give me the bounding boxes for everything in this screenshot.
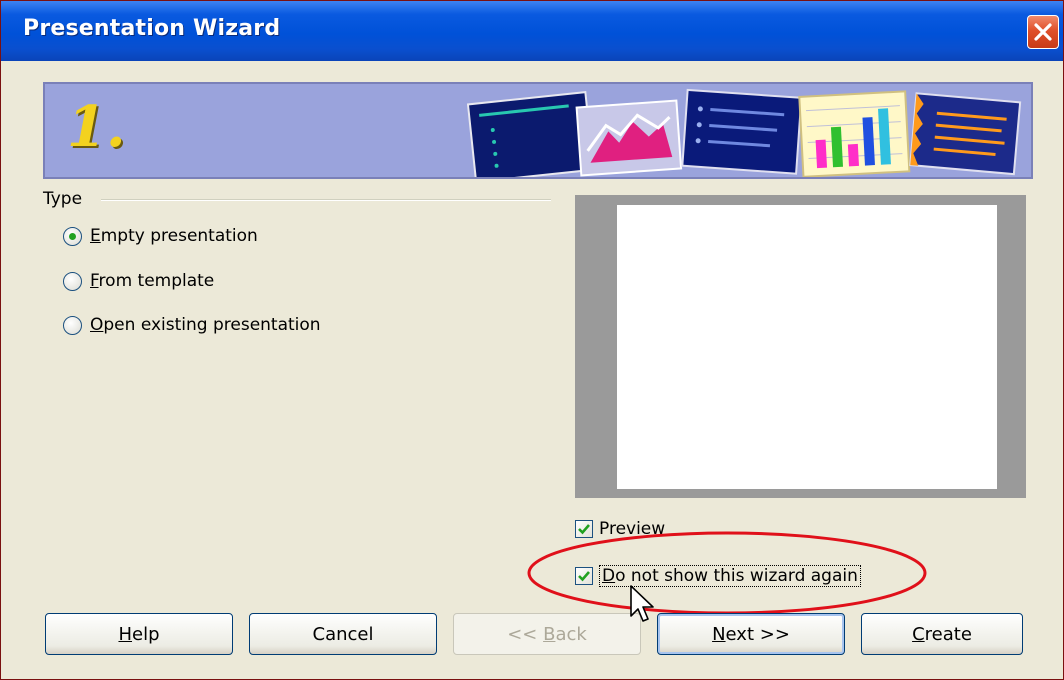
radio-button[interactable]: [63, 315, 82, 335]
close-icon: [1034, 23, 1052, 41]
do-not-show-checkbox[interactable]: [575, 567, 593, 585]
chart-slide-thumb: [575, 99, 683, 177]
close-button[interactable]: [1027, 15, 1059, 49]
radio-open-existing[interactable]: Open existing presentation: [63, 312, 321, 338]
preview-checkbox-label: Preview: [599, 519, 666, 539]
type-group-divider: [101, 199, 551, 201]
radio-from-template[interactable]: From template: [63, 268, 214, 294]
bullet-slide-thumb: [681, 88, 803, 175]
checkmark-icon: [578, 571, 590, 582]
preview-checkbox[interactable]: [575, 520, 593, 538]
list-slide-thumb: [909, 92, 1022, 176]
help-button[interactable]: Help: [45, 613, 233, 655]
bar-chart-thumb: [798, 90, 911, 177]
presentation-wizard-window: Presentation Wizard 1. Type Empty presen…: [0, 0, 1064, 680]
radio-label-from-template: From template: [90, 271, 215, 291]
radio-label-open-existing: Open existing presentation: [90, 315, 321, 335]
radio-button[interactable]: [63, 271, 82, 291]
window-title: Presentation Wizard: [23, 16, 281, 41]
wizard-banner: 1.: [43, 82, 1033, 179]
preview-slide: [617, 205, 997, 489]
mouse-pointer-icon: [630, 585, 654, 622]
radio-button-selected[interactable]: [63, 226, 82, 246]
cancel-button[interactable]: Cancel: [249, 613, 437, 655]
outline-slide-thumb: [467, 91, 595, 177]
type-group-label: Type: [43, 189, 83, 209]
back-button[interactable]: << Back: [453, 613, 641, 655]
next-button[interactable]: Next >>: [657, 613, 845, 655]
do-not-show-checkbox-row[interactable]: Do not show this wizard again: [575, 565, 861, 587]
title-bar[interactable]: Presentation Wizard: [1, 1, 1063, 61]
preview-checkbox-row[interactable]: Preview: [575, 518, 665, 540]
radio-label-empty-presentation: Empty presentation: [90, 226, 258, 246]
step-number: 1.: [67, 94, 126, 160]
banner-thumbnails: [467, 88, 1022, 177]
radio-empty-presentation[interactable]: Empty presentation: [63, 223, 258, 249]
create-button[interactable]: Create: [861, 613, 1023, 655]
checkmark-icon: [578, 524, 590, 535]
